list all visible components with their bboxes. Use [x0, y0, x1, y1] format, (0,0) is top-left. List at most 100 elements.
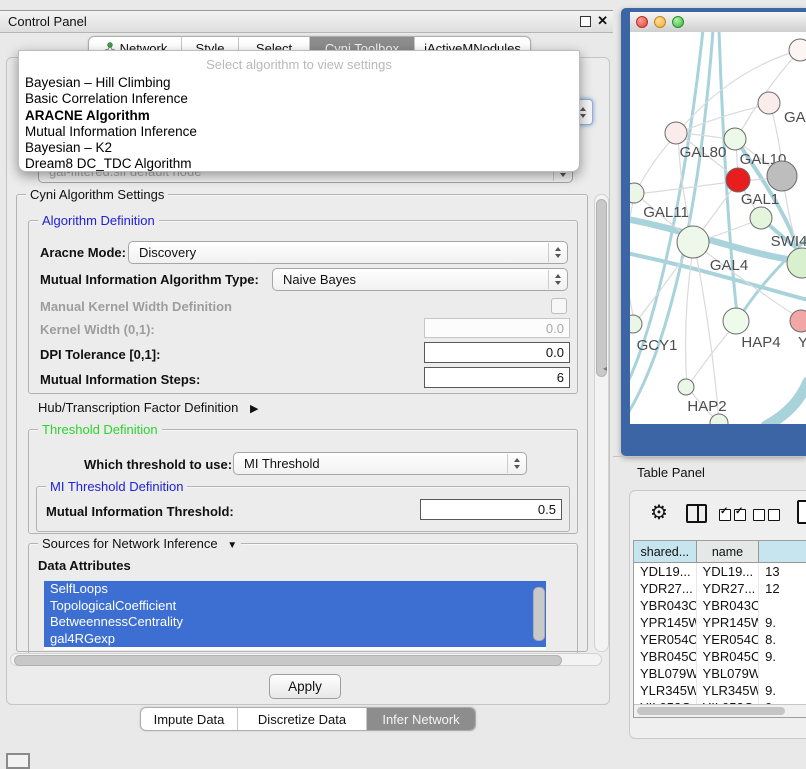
table-row[interactable]: YDR27...YDR27...12: [634, 580, 806, 597]
network-node[interactable]: [678, 379, 694, 395]
aracne-mode-label: Aracne Mode:: [40, 245, 126, 260]
scrollbar-thumb[interactable]: [596, 199, 607, 377]
expand-right-icon: ▶: [250, 402, 258, 415]
column-header[interactable]: shared...: [634, 541, 697, 563]
table-header-row: shared...name: [634, 541, 806, 563]
which-threshold-combobox[interactable]: MI Threshold: [233, 452, 527, 475]
zoom-traffic-light-icon[interactable]: [672, 16, 684, 28]
data-attribute-item[interactable]: TopologicalCoefficient: [44, 598, 546, 615]
settings-vertical-scrollbar[interactable]: [594, 194, 609, 652]
algorithm-option[interactable]: Bayesian – K2: [19, 140, 579, 156]
table-row[interactable]: YBR043CYBR043C: [634, 597, 806, 614]
columns-icon[interactable]: [686, 504, 707, 523]
network-node[interactable]: [710, 414, 728, 424]
dpi-tolerance-label: DPI Tolerance [0,1]:: [40, 347, 160, 362]
table-row[interactable]: YLR345WYLR345W9.: [634, 682, 806, 699]
sources-group-title[interactable]: Sources for Network Inference ▼: [38, 536, 241, 553]
network-node[interactable]: [758, 92, 780, 114]
table-cell: 12: [759, 580, 806, 597]
attributes-list-scrollbar[interactable]: [533, 587, 545, 641]
dpi-tolerance-field[interactable]: 0.0: [424, 342, 570, 363]
apply-button[interactable]: Apply: [269, 674, 341, 699]
tab-infer-network[interactable]: Infer Network: [366, 708, 475, 730]
network-node[interactable]: [723, 308, 749, 334]
network-edges: [630, 32, 806, 424]
table-cell: YBR045C: [634, 648, 697, 665]
algorithm-option[interactable]: Basic Correlation Inference: [19, 91, 579, 107]
table-row[interactable]: YBR045CYBR045C9.: [634, 648, 806, 665]
table-panel-toolbar: ⚙ ✓✓: [629, 500, 806, 534]
aracne-mode-value: Discovery: [139, 245, 196, 260]
network-node[interactable]: [750, 207, 772, 229]
table-cell: 8.: [759, 631, 806, 648]
network-node[interactable]: [665, 122, 687, 144]
data-attribute-item[interactable]: BetweennessCentrality: [44, 614, 546, 631]
control-panel-title: Control Panel: [8, 14, 87, 29]
table-row[interactable]: YPR145WYPR145W9.: [634, 614, 806, 631]
hub-expander[interactable]: Hub/Transcription Factor Definition ▶: [38, 400, 258, 415]
aracne-mode-combobox[interactable]: Discovery: [128, 241, 568, 264]
collapsed-panel-icon[interactable]: [6, 753, 30, 769]
scrollbar-thumb[interactable]: [14, 655, 562, 666]
node-label: GCY1: [637, 337, 678, 354]
deselect-all-checkboxes-icon[interactable]: [753, 506, 783, 524]
float-window-icon[interactable]: [580, 16, 591, 27]
table-cell: YDL19...: [697, 563, 760, 580]
node-label: GAL80: [680, 144, 727, 161]
panel-splitter-handle[interactable]: ◂: [603, 364, 607, 373]
table-cell: YPR145W: [634, 614, 697, 631]
data-attribute-item[interactable]: gal4RGexp: [44, 631, 546, 648]
algorithm-option[interactable]: Dream8 DC_TDC Algorithm: [19, 156, 579, 172]
network-node[interactable]: [677, 226, 709, 258]
network-node[interactable]: [767, 161, 797, 191]
data-attribute-item[interactable]: SelfLoops: [44, 581, 546, 598]
new-table-icon[interactable]: [797, 500, 806, 524]
minimize-traffic-light-icon[interactable]: [654, 16, 666, 28]
node-label: GAL11: [643, 204, 689, 221]
network-node[interactable]: [630, 183, 644, 203]
column-header[interactable]: [759, 541, 806, 563]
table-cell: YLR345W: [697, 682, 760, 699]
table-row[interactable]: YBL079WYBL079W: [634, 665, 806, 682]
close-icon[interactable]: ✕: [597, 13, 608, 29]
which-threshold-value: MI Threshold: [244, 456, 320, 471]
mi-type-combobox[interactable]: Naive Bayes: [272, 268, 568, 291]
tab-impute-data[interactable]: Impute Data: [141, 708, 237, 730]
algorithm-option[interactable]: Mutual Information Inference: [19, 124, 579, 140]
kernel-width-field[interactable]: 0.0: [424, 318, 570, 338]
mi-steps-field[interactable]: 6: [424, 367, 570, 388]
tab-discretize-data[interactable]: Discretize Data: [237, 708, 366, 730]
table-cell: YER054C: [634, 631, 697, 648]
network-node[interactable]: [787, 248, 806, 278]
close-traffic-light-icon[interactable]: [636, 16, 648, 28]
mi-type-label: Mutual Information Algorithm Type:: [40, 272, 259, 287]
manual-kernel-checkbox[interactable]: [551, 298, 567, 314]
algorithm-option[interactable]: ARACNE Algorithm: [19, 108, 579, 124]
data-attributes-list[interactable]: SelfLoopsTopologicalCoefficientBetweenne…: [44, 581, 546, 650]
network-canvas[interactable]: GALGAL80GAL10GAL1GAL11GAL4SWI4GCY1HAP4YH…: [630, 32, 806, 424]
select-all-checkboxes-icon[interactable]: ✓✓: [719, 506, 749, 524]
mi-threshold-group-title: MI Threshold Definition: [46, 479, 187, 494]
collapse-down-icon: ▼: [227, 538, 237, 553]
network-node[interactable]: [789, 39, 806, 61]
settings-gear-icon[interactable]: ⚙: [650, 500, 668, 525]
column-header[interactable]: name: [697, 541, 760, 563]
settings-horizontal-scrollbar[interactable]: [10, 653, 602, 666]
table-horizontal-scrollbar[interactable]: [634, 704, 806, 717]
sources-title-label: Sources for Network Inference: [42, 536, 218, 551]
network-window-titlebar[interactable]: [630, 12, 806, 33]
combo-spinner-icon: [548, 270, 566, 289]
network-node[interactable]: [726, 168, 750, 192]
node-label: Y: [798, 334, 806, 351]
table-row[interactable]: YDL19...YDL19...13: [634, 563, 806, 580]
table-cell: YPR145W: [697, 614, 760, 631]
mi-threshold-field[interactable]: 0.5: [420, 499, 562, 520]
algorithm-option[interactable]: Bayesian – Hill Climbing: [19, 75, 579, 91]
hub-expander-label: Hub/Transcription Factor Definition: [38, 400, 238, 415]
table-cell: 9.: [759, 648, 806, 665]
mi-steps-label: Mutual Information Steps:: [40, 372, 200, 387]
network-node[interactable]: [724, 128, 746, 150]
table-row[interactable]: YER054CYER054C8.: [634, 631, 806, 648]
which-threshold-label: Which threshold to use:: [84, 457, 232, 472]
network-node[interactable]: [630, 315, 642, 333]
